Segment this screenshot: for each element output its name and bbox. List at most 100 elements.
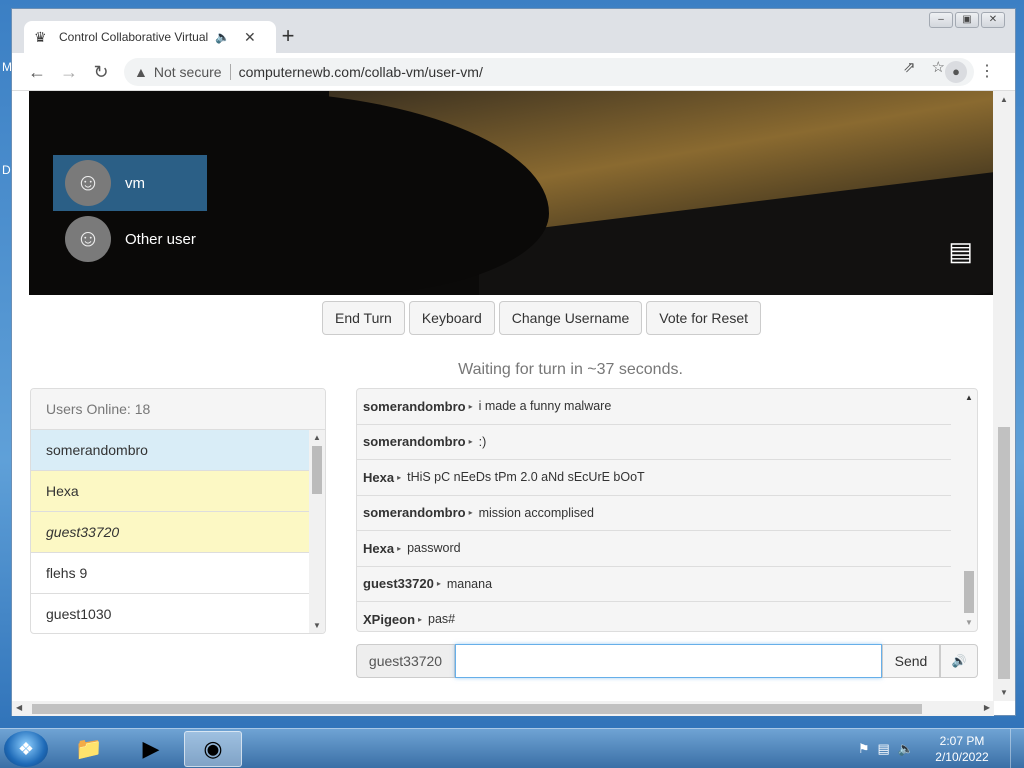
chat-text: password [407, 541, 461, 556]
chat-text: i made a funny malware [478, 399, 612, 414]
chat-username: Hexa [363, 469, 395, 485]
vm-control-buttons: End Turn Keyboard Change Username Vote f… [322, 301, 761, 335]
chat-text: manana [446, 576, 493, 591]
clock[interactable]: 2:07 PM 2/10/2022 [922, 733, 1002, 765]
scroll-down-icon[interactable]: ▼ [309, 621, 325, 630]
scroll-right-icon[interactable]: ▶ [984, 703, 990, 712]
tab-audio-icon[interactable]: 🔈 [215, 30, 230, 44]
back-icon[interactable]: ← [26, 61, 48, 83]
scroll-left-icon[interactable]: ◀ [16, 703, 22, 712]
users-online-panel: Users Online: 18 somerandombro Hexa gues… [30, 388, 326, 634]
divider [229, 64, 231, 80]
scrollbar-thumb[interactable] [998, 427, 1010, 679]
media-player-taskbar-icon[interactable]: ▶ [122, 731, 180, 767]
browser-menu-icon[interactable]: ⋮ [979, 61, 995, 81]
chat-message: guest33720 ▸ manana [357, 567, 951, 602]
address-url: computernewb.com/collab-vm/user-vm/ [238, 64, 483, 80]
taskbar: ❖ 📁 ▶ ◉ ⚑ ▤ 🔈 2:07 PM 2/10/2022 [0, 728, 1024, 768]
vote-reset-button[interactable]: Vote for Reset [646, 301, 761, 335]
chat-log: somerandombro ▸ i made a funny malware som… [356, 388, 978, 632]
clock-time: 2:07 PM [939, 734, 985, 748]
address-bar[interactable]: ▲ Not secure computernewb.com/collab-vm/… [124, 58, 974, 86]
turn-status: Waiting for turn in ~37 seconds. [458, 361, 683, 378]
minimize-button[interactable]: – [929, 12, 953, 28]
scroll-up-icon[interactable]: ▲ [309, 433, 325, 442]
vm-display[interactable]: ☺ vm ☺ Other user ▤ [29, 91, 993, 295]
scroll-up-icon[interactable]: ▲ [961, 393, 977, 402]
user-list-item[interactable]: Hexa [31, 471, 311, 512]
users-scrollbar[interactable]: ▲ ▼ [309, 430, 325, 633]
chat-username: somerandombro [363, 434, 466, 450]
bookmark-star-icon[interactable]: ☆ [932, 58, 945, 76]
scroll-down-icon[interactable]: ▼ [961, 618, 977, 627]
network-tray-icon[interactable]: ▤ [878, 741, 890, 757]
profile-avatar-icon[interactable]: ● [945, 61, 967, 83]
scrollbar-thumb[interactable] [964, 571, 974, 613]
user-list-item[interactable]: guest33720 [31, 512, 311, 553]
scrollbar-thumb[interactable] [312, 446, 322, 494]
chat-arrow-icon: ▸ [397, 472, 402, 482]
close-window-button[interactable]: ✕ [981, 12, 1005, 28]
send-button[interactable]: Send [882, 644, 940, 678]
start-button[interactable]: ❖ [4, 731, 48, 767]
browser-toolbar: ← → ↻ ▲ Not secure computernewb.com/coll… [12, 53, 1015, 91]
scrollbar-thumb[interactable] [32, 704, 922, 714]
keyboard-button[interactable]: Keyboard [408, 301, 495, 335]
tab-close-icon[interactable]: ✕ [244, 29, 256, 46]
change-username-button[interactable]: Change Username [498, 301, 643, 335]
browser-tab[interactable]: ♛ Control Collaborative Virtual 🔈 ✕ [24, 21, 276, 53]
chat-arrow-icon: ▸ [468, 401, 473, 411]
tab-favicon-icon: ♛ [34, 29, 47, 45]
new-tab-button[interactable]: + [276, 25, 300, 49]
chat-text: :) [478, 434, 487, 449]
vm-login-user-list: ☺ vm ☺ Other user [53, 155, 207, 267]
chat-username: Hexa [363, 540, 395, 556]
end-turn-button[interactable]: End Turn [322, 301, 405, 335]
chat-username-label: guest33720 [356, 644, 455, 678]
desktop-icon-label: D [2, 163, 11, 177]
network-icon[interactable]: ▤ [948, 236, 973, 267]
chat-message: somerandombro ▸:) [357, 425, 951, 460]
chat-message: Hexa ▸ tHiS pC nEeDs tPm 2.0 aNd sEcUrE bO… [357, 460, 951, 496]
chat-username: guest33720 [363, 576, 434, 592]
chat-username: XPigeon [363, 611, 416, 627]
volume-icon[interactable]: 🔈 [898, 741, 914, 757]
chat-message: somerandombro ▸ i made a funny malware [357, 389, 951, 425]
users-online-header: Users Online: 18 [31, 389, 325, 430]
vm-login-user-name: vm [125, 174, 145, 192]
maximize-button[interactable]: ▣ [955, 12, 979, 28]
user-avatar-icon: ☺ [65, 216, 111, 262]
share-icon[interactable]: ⇗ [903, 58, 916, 76]
action-center-icon[interactable]: ⚑ [858, 741, 870, 757]
chat-arrow-icon: ▸ [436, 579, 441, 589]
vm-login-user[interactable]: ☺ vm [53, 155, 207, 211]
show-desktop-button[interactable] [1010, 729, 1024, 768]
chat-username: somerandombro [363, 398, 466, 414]
clock-date: 2/10/2022 [935, 750, 989, 764]
user-avatar-icon: ☺ [65, 160, 111, 206]
chat-username: somerandombro [363, 505, 466, 521]
scroll-up-icon[interactable]: ▲ [993, 95, 1015, 104]
browser-titlebar: ♛ Control Collaborative Virtual 🔈 ✕ + – … [12, 9, 1015, 53]
chat-scrollbar[interactable]: ▲ ▼ [961, 389, 977, 631]
tab-title: Control Collaborative Virtual [59, 30, 209, 44]
sound-toggle-icon[interactable]: 🔊 [940, 644, 978, 678]
explorer-taskbar-icon[interactable]: 📁 [60, 731, 118, 767]
chat-message: XPigeon ▸ pas# [357, 602, 951, 631]
page-vertical-scrollbar[interactable]: ▲ ▼ [993, 91, 1015, 701]
user-list-item[interactable]: guest1030 [31, 594, 311, 633]
scroll-down-icon[interactable]: ▼ [993, 688, 1015, 697]
user-list-item[interactable]: somerandombro [31, 430, 311, 471]
chat-arrow-icon: ▸ [468, 508, 473, 518]
reload-icon[interactable]: ↻ [90, 61, 112, 83]
chat-text: tHiS pC nEeDs tPm 2.0 aNd sEcUrE bOoT [407, 470, 645, 485]
vm-login-user-name: Other user [125, 230, 196, 248]
warning-icon: ▲ [134, 64, 148, 80]
vm-login-user[interactable]: ☺ Other user [53, 211, 207, 267]
forward-icon[interactable]: → [58, 61, 80, 83]
page-horizontal-scrollbar[interactable]: ◀ ▶ [12, 701, 994, 716]
page-content: ☺ vm ☺ Other user ▤ End Turn Keyboard Ch… [12, 91, 994, 701]
chrome-taskbar-icon[interactable]: ◉ [184, 731, 242, 767]
chat-message-input[interactable] [455, 644, 882, 678]
user-list-item[interactable]: flehs 9 [31, 553, 311, 594]
